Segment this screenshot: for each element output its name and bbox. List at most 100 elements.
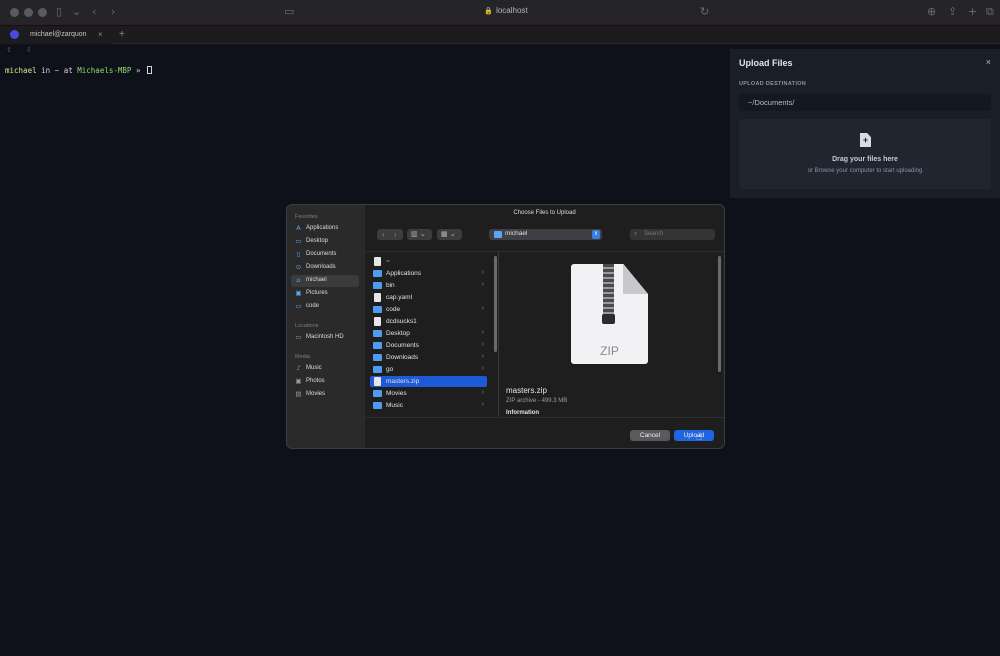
- url-text: localhost: [496, 6, 528, 15]
- sidebar-toggle-icon[interactable]: ▯: [56, 5, 62, 18]
- tab-overview-icon[interactable]: ⧉: [986, 5, 994, 19]
- location-select[interactable]: michael ⇕: [489, 229, 602, 240]
- list-item[interactable]: Applications ›: [370, 268, 487, 279]
- cancel-button[interactable]: Cancel: [630, 430, 670, 441]
- file-list-scrollbar[interactable]: [494, 256, 497, 352]
- columns-icon: ▥ ⌄: [411, 230, 426, 238]
- reload-icon[interactable]: ↻: [700, 5, 709, 18]
- terminal-toolbar[interactable]: ⇪ ⇩: [6, 46, 38, 54]
- search-input[interactable]: ⌕ Search: [630, 229, 715, 240]
- chevron-right-icon: ›: [481, 281, 484, 288]
- document-icon: [374, 293, 381, 302]
- chevron-down-icon[interactable]: ⌄: [72, 5, 81, 18]
- sidebar-item-label: Photos: [306, 378, 325, 384]
- close-window-button[interactable]: [10, 8, 19, 17]
- documents-icon: ▯: [296, 250, 301, 258]
- list-item[interactable]: Desktop ›: [370, 328, 487, 339]
- folder-icon: [373, 402, 382, 409]
- upload-button[interactable]: Upload: [674, 430, 714, 441]
- group-view-button[interactable]: ▦ ⌄: [437, 229, 462, 240]
- document-icon: [374, 257, 381, 266]
- folder-icon: [373, 306, 382, 313]
- file-list[interactable]: ~ Applications › bin › cap.yaml code › dcds…: [365, 251, 498, 417]
- sidebar-item-pictures[interactable]: ▣ Pictures: [291, 288, 359, 300]
- back-icon[interactable]: ‹: [382, 229, 385, 240]
- sidebar-item-documents[interactable]: ▯ Documents: [291, 249, 359, 261]
- chevron-right-icon: ›: [481, 353, 484, 360]
- tab-bar: michael@zarquon × +: [0, 26, 1000, 44]
- sidebar-item-macintosh-hd[interactable]: ▭ Macintosh HD: [291, 332, 359, 344]
- zoom-window-button[interactable]: [38, 8, 47, 17]
- chevron-right-icon: ›: [481, 329, 484, 336]
- sidebar-section-media: Media: [295, 354, 310, 360]
- forward-icon[interactable]: ›: [111, 5, 115, 18]
- sidebar-item-code[interactable]: ▭ code: [291, 301, 359, 313]
- sidebar-item-applications[interactable]: A Applications: [291, 223, 359, 235]
- upload-destination-field[interactable]: ~/Documents/: [739, 94, 991, 111]
- sidebar-item-downloads[interactable]: ⊙ Downloads: [291, 262, 359, 274]
- list-item[interactable]: Music ›: [370, 400, 487, 411]
- file-name: go: [386, 366, 394, 373]
- disk-icon: ▭: [295, 333, 302, 341]
- back-forward-buttons[interactable]: ‹ ›: [377, 229, 403, 240]
- address-bar[interactable]: 🔒 localhost: [300, 4, 712, 21]
- list-item[interactable]: go ›: [370, 364, 487, 375]
- browser-titlebar: ▯ ⌄ ‹ › ▭ 🔒 localhost ↻ ⊕ ⇪ + ⧉: [0, 0, 1000, 25]
- terminal-prompt: michael in ~ at Michaels-MBP »: [5, 66, 152, 75]
- tab-title: michael@zarquon: [30, 31, 87, 38]
- preview-scrollbar[interactable]: [718, 256, 721, 372]
- list-item[interactable]: Documents ›: [370, 340, 487, 351]
- chevron-right-icon: ›: [481, 341, 484, 348]
- new-tab-icon[interactable]: +: [968, 5, 977, 18]
- back-icon[interactable]: ‹: [92, 5, 96, 18]
- preview-file-name: masters.zip: [506, 386, 547, 395]
- file-name: cap.yaml: [386, 294, 413, 301]
- list-item[interactable]: dcdsucks1: [370, 316, 487, 327]
- dialog-title: Choose Files to Upload: [513, 210, 576, 216]
- list-item[interactable]: code ›: [370, 304, 487, 315]
- list-item-selected[interactable]: masters.zip: [370, 376, 487, 387]
- sidebar-item-label: michael: [306, 277, 327, 283]
- reader-icon[interactable]: ▭: [284, 5, 294, 18]
- folder-icon: [373, 390, 382, 397]
- close-icon[interactable]: ×: [986, 57, 991, 67]
- add-tab-button[interactable]: +: [119, 29, 125, 40]
- file-name: Movies: [386, 390, 407, 397]
- folder-icon: [373, 270, 382, 277]
- movies-icon: ▤: [295, 390, 302, 398]
- list-item[interactable]: cap.yaml: [370, 292, 487, 303]
- sidebar-item-michael[interactable]: ⌂ michael: [291, 275, 359, 287]
- zip-file-icon: [374, 377, 381, 386]
- list-item[interactable]: ~: [370, 256, 487, 267]
- list-item[interactable]: Movies ›: [370, 388, 487, 399]
- mouse-pointer-icon: ☝: [696, 432, 703, 443]
- sidebar-item-desktop[interactable]: ▭ Desktop: [291, 236, 359, 248]
- forward-icon[interactable]: ›: [394, 229, 397, 240]
- sidebar-section-favorites: Favorites: [295, 214, 318, 220]
- search-placeholder: Search: [644, 231, 664, 237]
- sidebar-item-photos[interactable]: ▣ Photos: [291, 376, 359, 388]
- home-folder-icon: [494, 231, 502, 238]
- applications-icon: A: [296, 224, 301, 232]
- file-name: Applications: [386, 270, 422, 277]
- tab-terminal[interactable]: michael@zarquon ×: [0, 26, 112, 44]
- plus-icon: +: [862, 135, 869, 145]
- file-name: Music: [386, 402, 403, 409]
- minimize-window-button[interactable]: [24, 8, 33, 17]
- list-item[interactable]: Downloads ›: [370, 352, 487, 363]
- close-tab-icon[interactable]: ×: [98, 30, 103, 39]
- column-view-button[interactable]: ▥ ⌄: [407, 229, 432, 240]
- sidebar-item-music[interactable]: ♪ Music: [291, 363, 359, 375]
- upload-destination-label: UPLOAD DESTINATION: [739, 81, 807, 87]
- sidebar-item-movies[interactable]: ▤ Movies: [291, 389, 359, 401]
- grid-icon: ▦ ⌄: [441, 230, 456, 238]
- downloads-icon[interactable]: ⊕: [927, 5, 936, 18]
- sidebar-item-label: Desktop: [306, 238, 329, 244]
- share-icon[interactable]: ⇪: [948, 5, 957, 18]
- drop-zone[interactable]: + Drag your files here or Browse your co…: [739, 119, 991, 189]
- prompt-arrow: »: [131, 66, 145, 75]
- search-icon: ⌕: [634, 230, 638, 237]
- list-item[interactable]: bin ›: [370, 280, 487, 291]
- drop-zone-subtitle[interactable]: or Browse your computer to start uploadi…: [739, 168, 991, 174]
- folder-icon: [373, 366, 382, 373]
